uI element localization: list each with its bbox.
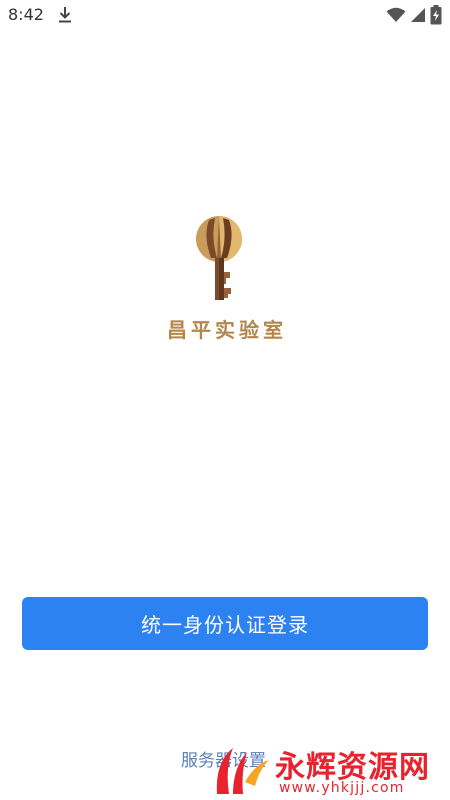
service-settings-link[interactable]: 服务器设置: [181, 746, 266, 771]
download-icon: [59, 7, 71, 23]
watermark-url: www.yhkjjj.com: [279, 780, 405, 796]
signal-icon: [411, 8, 425, 22]
wifi-icon: [386, 7, 406, 22]
watermark-title: 永辉资源网: [275, 750, 430, 785]
status-bar: 8:42: [0, 0, 450, 30]
battery-charging-icon: [430, 5, 442, 25]
status-icons: [386, 5, 442, 25]
logo-text: 昌平实验室: [167, 318, 287, 342]
app-logo: 昌平实验室: [0, 214, 450, 343]
key-logo-icon: [196, 216, 242, 300]
status-time: 8:42: [8, 5, 44, 24]
unified-auth-login-button[interactable]: 统一身份认证登录: [22, 597, 428, 650]
